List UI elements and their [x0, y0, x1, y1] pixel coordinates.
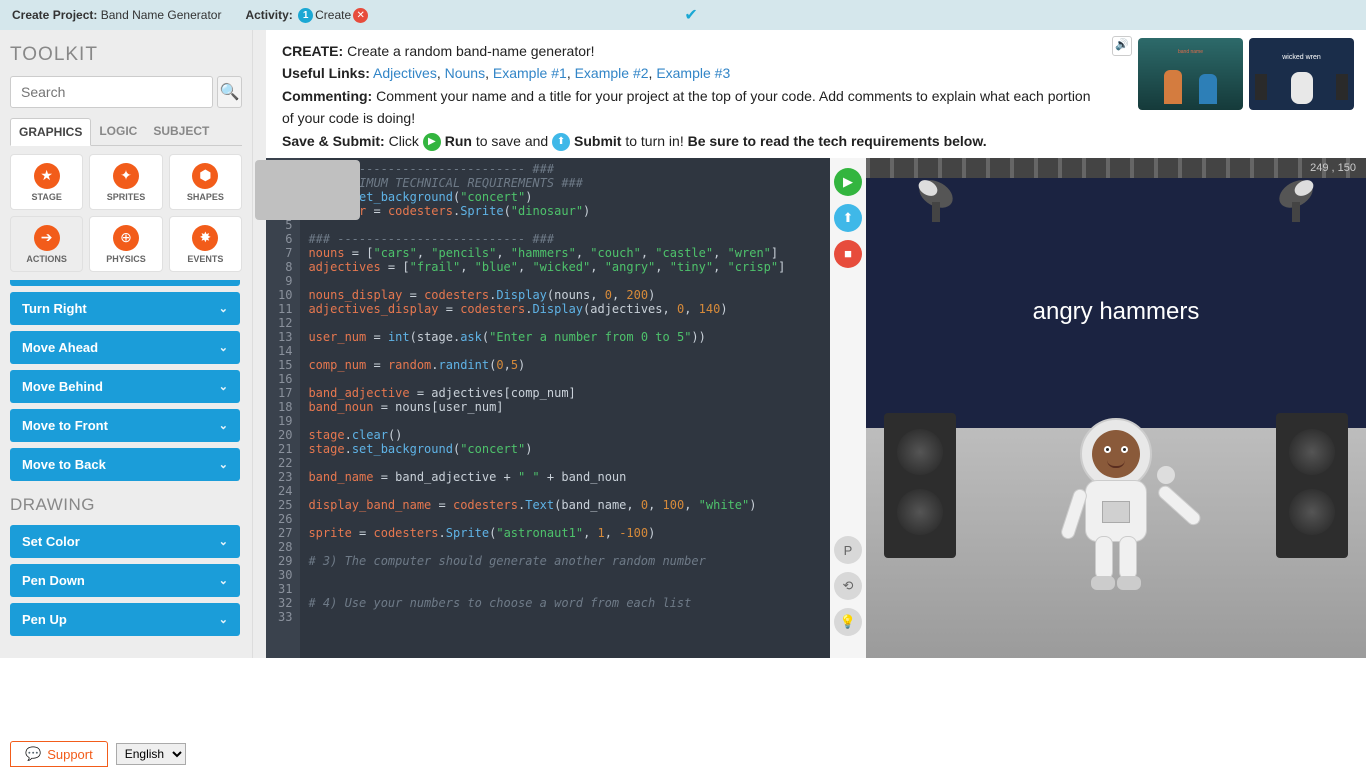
- speaker-left: [884, 413, 956, 558]
- create-label: CREATE:: [282, 43, 343, 59]
- chevron-down-icon: ⌄: [219, 574, 228, 587]
- support-button[interactable]: 💬 Support: [10, 741, 108, 767]
- run-button[interactable]: ▶: [834, 168, 862, 196]
- block-turn-right[interactable]: Turn Right⌄: [10, 292, 240, 325]
- block-move-front[interactable]: Move to Front⌄: [10, 409, 240, 442]
- cat-events[interactable]: ✸EVENTS: [169, 216, 242, 272]
- cat-actions[interactable]: ➔ACTIONS: [10, 216, 83, 272]
- complete-check-icon[interactable]: ✔: [684, 5, 697, 25]
- link-adjectives[interactable]: Adjectives: [373, 65, 437, 81]
- band-name-display: angry hammers: [866, 298, 1366, 326]
- chevron-down-icon: ⌄: [219, 419, 228, 432]
- toolkit-panel: TOOLKIT 🔍 GRAPHICS LOGIC SUBJECT ★STAGE …: [0, 30, 252, 658]
- tab-graphics[interactable]: GRAPHICS: [10, 118, 91, 146]
- toolkit-tabs: GRAPHICS LOGIC SUBJECT: [10, 118, 242, 146]
- astronaut-sprite: [1061, 418, 1171, 598]
- chevron-down-icon: ⌄: [219, 535, 228, 548]
- search-input[interactable]: [10, 76, 213, 108]
- block-set-color[interactable]: Set Color⌄: [10, 525, 240, 558]
- save-bold: Be sure to read the tech requirements be…: [688, 133, 987, 149]
- cat-shapes[interactable]: ⬢SHAPES: [169, 154, 242, 210]
- toolkit-categories: ★STAGE ✦SPRITES ⬢SHAPES ➔ACTIONS ⊕PHYSIC…: [10, 154, 242, 272]
- example-thumb-2[interactable]: wicked wren: [1249, 38, 1354, 110]
- toolkit-title: TOOLKIT: [10, 44, 242, 66]
- events-icon: ✸: [192, 225, 218, 251]
- run-word: Run: [445, 133, 472, 149]
- link-example2[interactable]: Example #2: [575, 65, 649, 81]
- bottombar: 💬 Support English: [0, 740, 1366, 768]
- pause-button[interactable]: P: [834, 536, 862, 564]
- cat-physics[interactable]: ⊕PHYSICS: [89, 216, 162, 272]
- example-thumb-1[interactable]: band name: [1138, 38, 1243, 110]
- block-list[interactable]: Turn Right⌄ Move Ahead⌄ Move Behind⌄ Mov…: [10, 280, 242, 658]
- close-activity-icon[interactable]: ✕: [353, 8, 368, 23]
- sprites-icon: ✦: [113, 163, 139, 189]
- shapes-icon: ⬢: [192, 163, 218, 189]
- search-icon: 🔍: [220, 82, 240, 102]
- tab-subject[interactable]: SUBJECT: [145, 118, 217, 145]
- physics-icon: ⊕: [113, 225, 139, 251]
- link-example1[interactable]: Example #1: [493, 65, 567, 81]
- toolkit-scrollbar[interactable]: [252, 30, 266, 658]
- cat-sprites[interactable]: ✦SPRITES: [89, 154, 162, 210]
- save-label: Save & Submit:: [282, 133, 385, 149]
- tab-logic[interactable]: LOGIC: [91, 118, 145, 145]
- hint-button[interactable]: 💡: [834, 608, 862, 636]
- actions-icon: ➔: [34, 225, 60, 251]
- activity-step-badge[interactable]: 1: [298, 8, 313, 23]
- stage-icon: ★: [34, 163, 60, 189]
- links-label: Useful Links:: [282, 65, 370, 81]
- submit-word: Submit: [574, 133, 621, 149]
- commenting-text: Comment your name and a title for your p…: [282, 88, 1091, 126]
- language-select[interactable]: English: [116, 743, 186, 765]
- drawing-heading: DRAWING: [10, 495, 240, 515]
- block-move-back[interactable]: Move to Back⌄: [10, 448, 240, 481]
- spotlight-left: [906, 174, 966, 234]
- line-gutter: 1234567891011121314151617181920212223242…: [266, 158, 300, 658]
- search-button[interactable]: 🔍: [217, 76, 242, 108]
- block-pen-down[interactable]: Pen Down⌄: [10, 564, 240, 597]
- stop-button[interactable]: ■: [834, 240, 862, 268]
- chevron-down-icon: ⌄: [219, 613, 228, 626]
- chevron-down-icon: ⌄: [219, 380, 228, 393]
- cat-stage[interactable]: ★STAGE: [10, 154, 83, 210]
- activity-label: Activity:: [245, 8, 292, 22]
- code-editor[interactable]: 1234567891011121314151617181920212223242…: [266, 158, 830, 658]
- chat-icon: 💬: [25, 746, 41, 762]
- commenting-label: Commenting:: [282, 88, 372, 104]
- stage-coordinates: 249 , 150: [1310, 162, 1356, 174]
- link-nouns[interactable]: Nouns: [445, 65, 485, 81]
- run-icon: ▶: [423, 133, 441, 151]
- block-move-behind[interactable]: Move Behind⌄: [10, 370, 240, 403]
- submit-icon: ⬆: [552, 133, 570, 151]
- speaker-right: [1276, 413, 1348, 558]
- chevron-down-icon: ⌄: [219, 458, 228, 471]
- project-name: Band Name Generator: [101, 8, 222, 22]
- link-example3[interactable]: Example #3: [656, 65, 730, 81]
- chevron-down-icon: ⌄: [219, 302, 228, 315]
- topbar: Create Project: Band Name Generator Acti…: [0, 0, 1366, 30]
- project-label: Create Project:: [12, 8, 97, 22]
- reset-button[interactable]: ⟲: [834, 572, 862, 600]
- run-controls: ▶ ⬆ ■ P ⟲ 💡: [830, 158, 866, 658]
- code-content[interactable]: ### -------------------------- ###### MI…: [300, 158, 830, 658]
- create-text: Create a random band-name generator!: [347, 43, 594, 59]
- chevron-down-icon: ⌄: [219, 341, 228, 354]
- output-stage[interactable]: 249 , 150 angry hammers: [866, 158, 1366, 658]
- submit-button[interactable]: ⬆: [834, 204, 862, 232]
- spotlight-right: [1266, 174, 1326, 234]
- block-move-ahead[interactable]: Move Ahead⌄: [10, 331, 240, 364]
- instructions-panel: 🔊 band name wicked wren CREATE: Create a…: [266, 30, 1366, 158]
- activity-name: Create: [315, 8, 351, 22]
- block-pen-up[interactable]: Pen Up⌄: [10, 603, 240, 636]
- volume-icon[interactable]: 🔊: [1112, 36, 1132, 56]
